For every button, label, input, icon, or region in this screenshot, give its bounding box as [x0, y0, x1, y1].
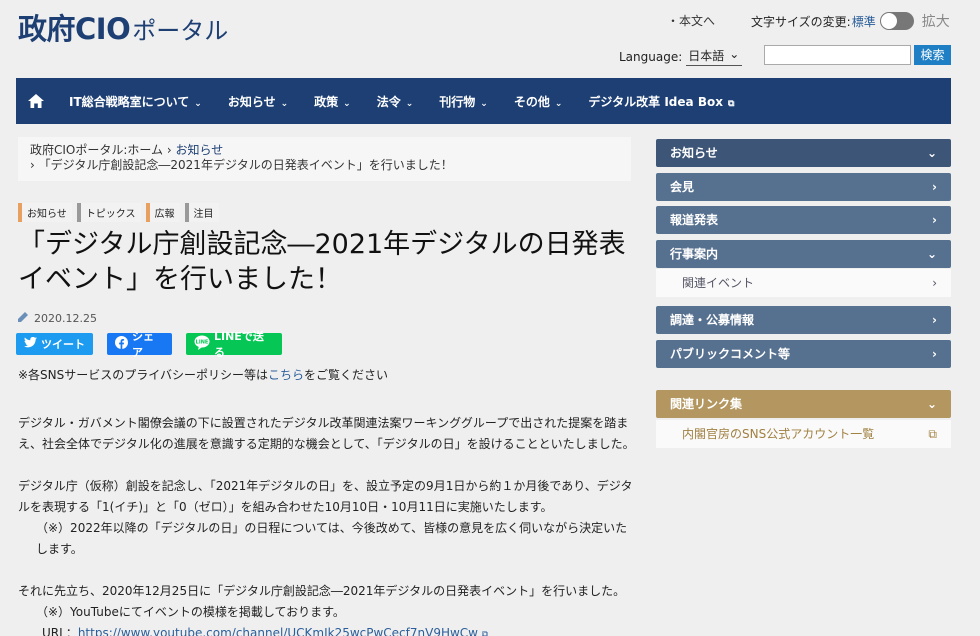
sidebar-news-label: お知らせ	[670, 146, 718, 160]
sidebar-item-press-release[interactable]: 報道発表 ›	[656, 206, 951, 234]
article-tags: お知らせ トピックス 広報 注目	[18, 203, 219, 222]
skip-to-content-link[interactable]: ・本文へ	[667, 12, 715, 29]
language-selector: Language: 日本語 ⌄	[619, 47, 743, 66]
tag-news[interactable]: お知らせ	[18, 203, 72, 222]
chevron-right-icon: ›	[932, 313, 937, 327]
external-link-icon: ⧉	[481, 630, 489, 636]
article-date: 2020.12.25	[18, 312, 97, 325]
youtube-link[interactable]: https://www.youtube.com/channel/UCKmJk25…	[78, 626, 478, 636]
breadcrumb-section[interactable]: お知らせ	[176, 143, 224, 157]
language-label: Language:	[619, 49, 683, 64]
breadcrumb-separator: ›	[30, 158, 35, 172]
font-size-toggle[interactable]	[879, 12, 914, 30]
breadcrumb-separator: ›	[166, 143, 172, 157]
article-title: 「デジタル庁創設記念―2021年デジタルの日発表イベント」を行いました！	[18, 229, 626, 295]
sidebar-item-press-conf[interactable]: 会見 ›	[656, 173, 951, 201]
search-input[interactable]	[764, 45, 911, 65]
chevron-down-icon: ⌄	[343, 98, 351, 109]
logo-main-text: 政府CIO	[18, 12, 131, 46]
search-button[interactable]: 検索	[914, 45, 951, 65]
site-logo[interactable]: 政府CIO ポータル	[18, 6, 228, 48]
share-buttons: ツイート シェア LINE LINEで送る	[16, 330, 282, 359]
twitter-icon	[24, 336, 37, 351]
nav-item-ideabox[interactable]: デジタル改革 Idea Box ⧉	[575, 93, 747, 110]
language-select[interactable]: 日本語 ⌄	[686, 47, 743, 66]
sidebar-item-events[interactable]: 行事案内 ⌄	[656, 240, 951, 268]
sidebar-item-label: パブリックコメント等	[670, 347, 791, 361]
external-link-icon: ⧉	[727, 98, 735, 109]
chevron-right-icon: ›	[932, 347, 937, 361]
sns-policy-link[interactable]: こちら	[268, 368, 304, 382]
nav-item-other[interactable]: その他 ⌄	[501, 93, 576, 110]
article-body: デジタル・ガバメント閣僚会議の下に設置されたデジタル改革関連法案ワーキンググルー…	[18, 413, 638, 636]
facebook-share-label: シェア	[132, 330, 154, 359]
breadcrumb-home[interactable]: 政府CIOポータル:ホーム	[30, 143, 163, 157]
facebook-icon	[115, 336, 128, 352]
sidebar-link-sns-accounts[interactable]: 内閣官房のSNS公式アカウント一覧 ⧉	[656, 420, 951, 448]
svg-text:LINE: LINE	[196, 340, 209, 346]
sidebar-item-label: 行事案内	[670, 247, 719, 261]
chevron-down-icon: ⌄	[729, 47, 740, 61]
sidebar-links-header[interactable]: 関連リンク集 ⌄	[656, 390, 951, 418]
nav-item-about[interactable]: IT総合戦略室について ⌄	[56, 93, 215, 110]
chevron-down-icon: ⌄	[405, 98, 414, 109]
home-icon[interactable]	[16, 94, 56, 108]
sidebar-item-procurement[interactable]: 調達・公募情報 ›	[656, 306, 951, 334]
chevron-down-icon: ⌄	[280, 98, 289, 109]
sidebar-subitem-related-events[interactable]: 関連イベント ›	[656, 269, 951, 297]
twitter-share-button[interactable]: ツイート	[16, 333, 93, 355]
nav-item-policy[interactable]: 政策 ⌄	[301, 93, 364, 110]
chevron-right-icon: ›	[932, 180, 937, 194]
paragraph: それに先立ち、2020年12月25日に「デジタル庁創設記念―2021年デジタルの…	[18, 584, 626, 598]
sidebar-subitem-label: 関連イベント	[682, 276, 755, 290]
logo-sub-text: ポータル	[132, 17, 229, 45]
youtube-url-line: URL：https://www.youtube.com/channel/UCKm…	[18, 623, 638, 636]
sidebar-item-public-comment[interactable]: パブリックコメント等 ›	[656, 340, 951, 368]
sidebar-item-label: 報道発表	[670, 213, 719, 227]
chevron-down-icon: ⌄	[926, 146, 937, 160]
nav-item-publications[interactable]: 刊行物 ⌄	[426, 93, 501, 110]
line-share-button[interactable]: LINE LINEで送る	[186, 330, 282, 359]
tag-featured[interactable]: 注目	[184, 203, 219, 222]
nav-item-law[interactable]: 法令 ⌄	[364, 93, 427, 110]
sidebar-news-header[interactable]: お知らせ ⌄	[656, 139, 951, 167]
sidebar-link-label: 内閣官房のSNS公式アカウント一覧	[682, 427, 875, 441]
line-share-label: LINEで送る	[214, 330, 264, 359]
sidebar-item-label: 会見	[670, 180, 695, 194]
url-label: URL：	[42, 626, 78, 636]
twitter-share-label: ツイート	[41, 338, 85, 351]
font-size-large[interactable]: 拡大	[922, 11, 950, 31]
chevron-right-icon: ›	[932, 213, 937, 227]
sidebar-item-label: 調達・公募情報	[670, 313, 755, 327]
font-size-control: 文字サイズの変更: 標準 拡大	[751, 11, 950, 31]
language-value: 日本語	[688, 49, 725, 63]
breadcrumb: 政府CIOポータル:ホーム › お知らせ › 「デジタル庁創設記念―2021年デ…	[18, 137, 631, 181]
date-text: 2020.12.25	[34, 312, 97, 325]
font-size-label: 文字サイズの変更:	[751, 14, 851, 29]
chevron-down-icon: ⌄	[554, 98, 563, 109]
line-icon: LINE	[194, 335, 210, 353]
sns-policy-note: ※各SNSサービスのプライバシーポリシー等はこちらをご覧ください	[18, 368, 389, 382]
chevron-down-icon: ⌄	[194, 98, 202, 109]
chevron-down-icon: ⌄	[926, 397, 937, 411]
pencil-icon	[18, 312, 28, 325]
external-link-icon: ⧉	[928, 427, 937, 441]
paragraph: デジタル庁（仮称）創設を記念し、「2021年デジタルの日」を、設立予定の9月1日…	[18, 479, 633, 514]
paragraph-note: （※）YouTubeにてイベントの模様を掲載しております。	[36, 605, 345, 619]
breadcrumb-current: 「デジタル庁創設記念―2021年デジタルの日発表イベント」を行いました！	[38, 158, 453, 172]
nav-item-news[interactable]: お知らせ ⌄	[215, 93, 301, 110]
chevron-down-icon: ⌄	[926, 247, 937, 261]
paragraph-note: （※）2022年以降の「デジタルの日」の日程については、今後改めて、皆様の意見を…	[36, 521, 628, 556]
sidebar-links-label: 関連リンク集	[670, 397, 743, 411]
facebook-share-button[interactable]: シェア	[107, 330, 172, 359]
tag-topics[interactable]: トピックス	[76, 203, 141, 222]
tag-pr[interactable]: 広報	[145, 203, 180, 222]
chevron-right-icon: ›	[932, 276, 937, 290]
chevron-down-icon: ⌄	[480, 98, 488, 109]
paragraph: デジタル・ガバメント閣僚会議の下に設置されたデジタル改革関連法案ワーキンググルー…	[18, 416, 635, 451]
font-size-standard[interactable]: 標準	[852, 13, 876, 30]
global-nav: IT総合戦略室について ⌄ お知らせ ⌄ 政策 ⌄ 法令 ⌄ 刊行物 ⌄ その他 ⌄ デジタ…	[16, 78, 951, 124]
